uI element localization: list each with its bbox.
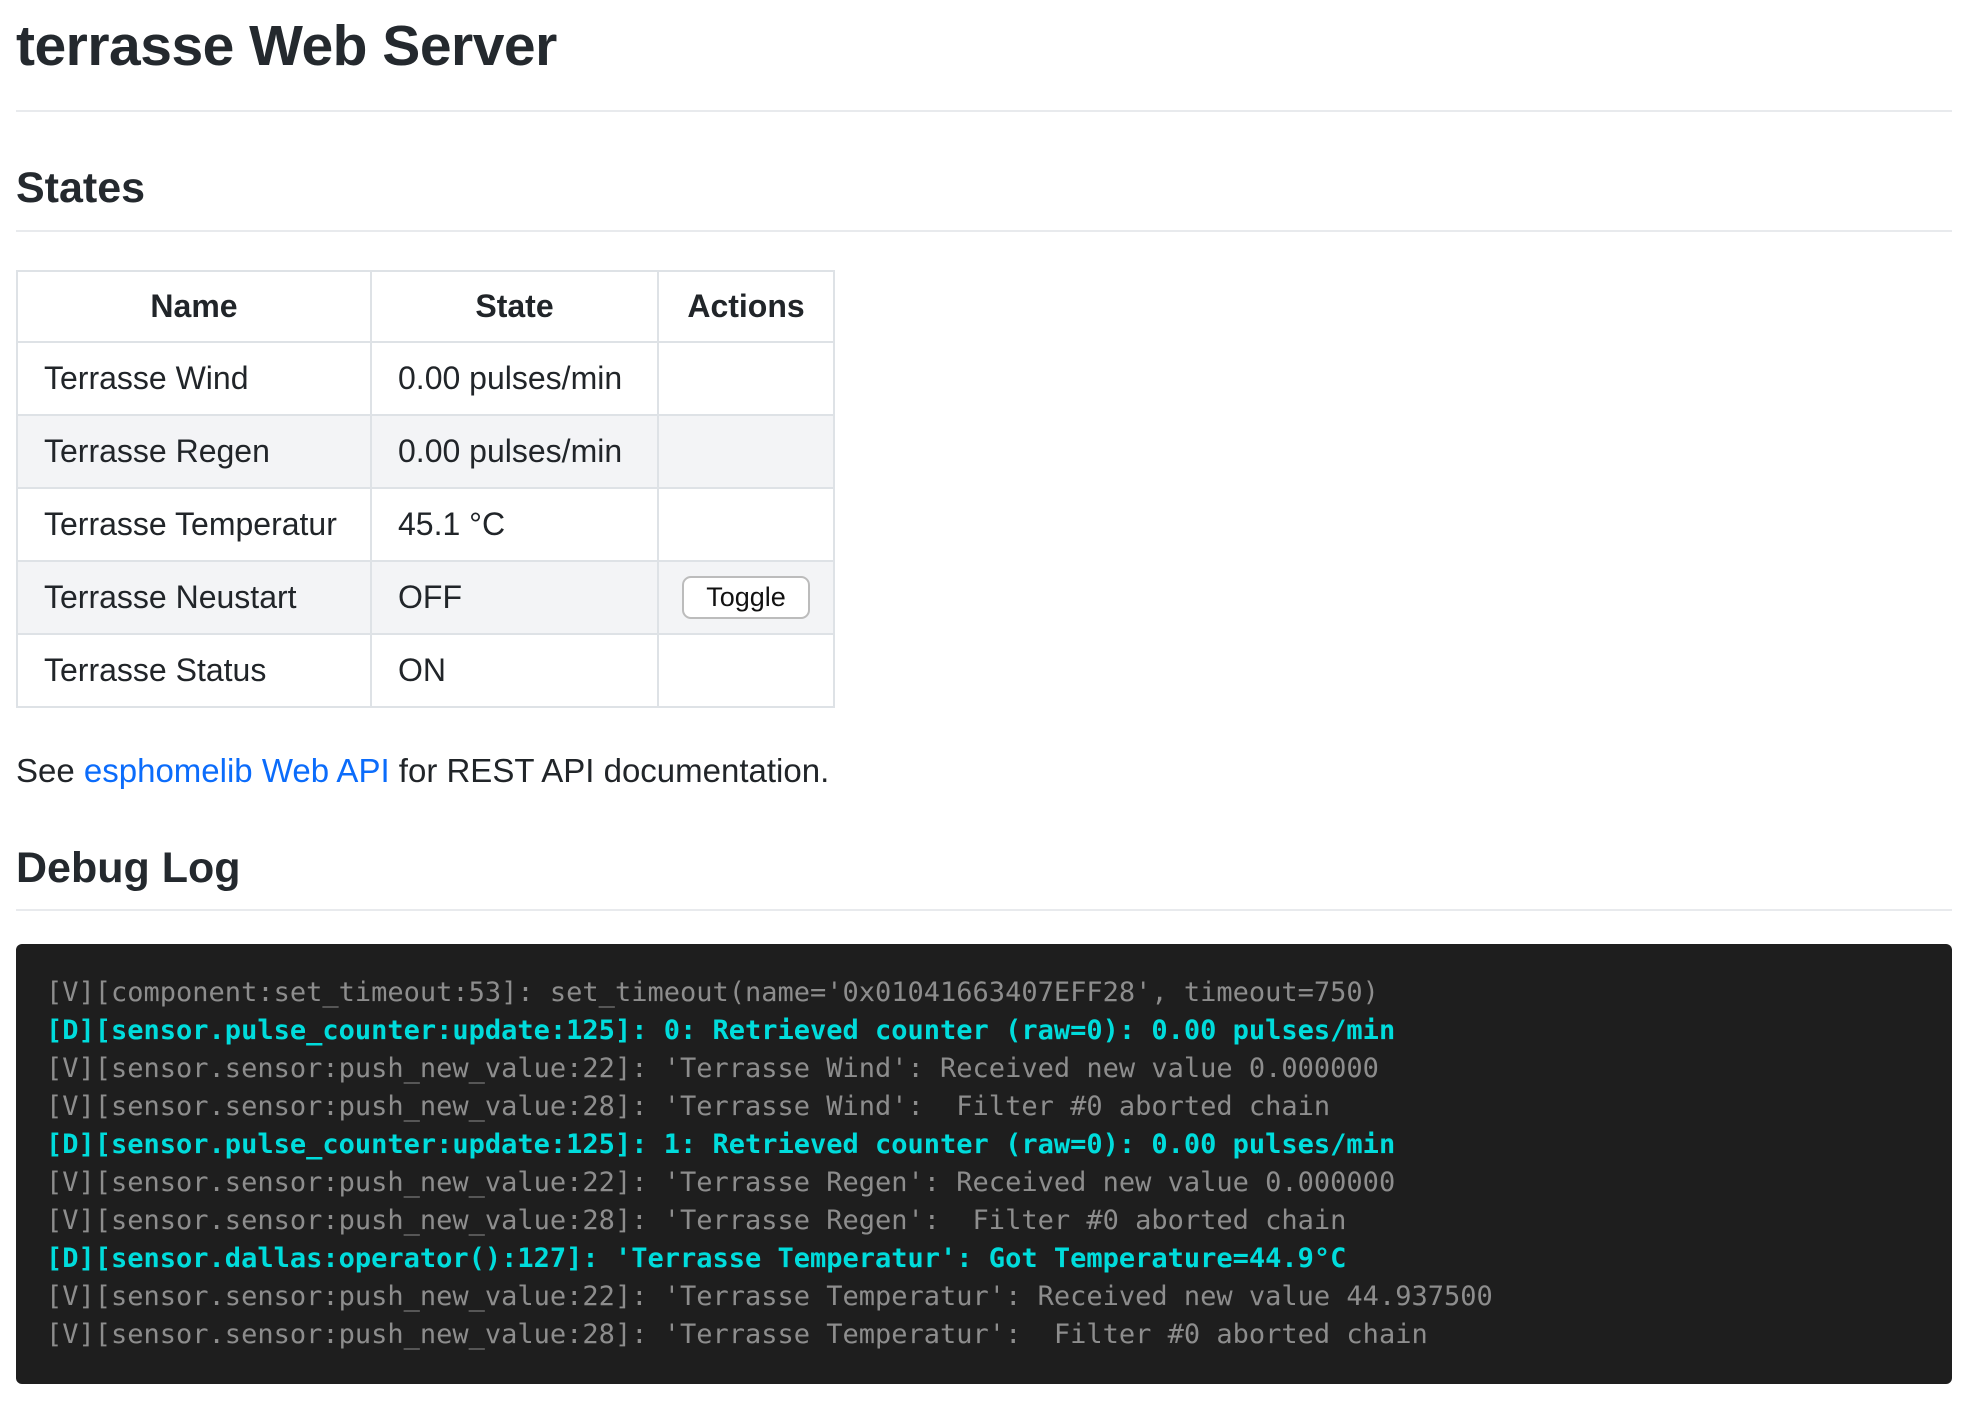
log-line: [D][sensor.pulse_counter:update:125]: 1:… (46, 1126, 1922, 1164)
log-line: [V][sensor.sensor:push_new_value:22]: 'T… (46, 1050, 1922, 1088)
row-name-cell: Terrasse Regen (17, 415, 371, 488)
log-line: [D][sensor.dallas:operator():127]: 'Terr… (46, 1240, 1922, 1278)
row-state-cell: 0.00 pulses/min (371, 342, 658, 415)
table-row: Terrasse Status ON (17, 634, 834, 707)
row-name-cell: Terrasse Neustart (17, 561, 371, 634)
column-header-state: State (371, 271, 658, 342)
column-header-actions: Actions (658, 271, 834, 342)
api-note: See esphomelib Web API for REST API docu… (16, 752, 1952, 790)
row-actions-cell (658, 342, 834, 415)
states-heading: States (16, 164, 1952, 231)
title-divider (16, 110, 1952, 112)
log-line: [V][component:set_timeout:53]: set_timeo… (46, 974, 1922, 1012)
debug-log-console[interactable]: [V][component:set_timeout:53]: set_timeo… (16, 944, 1952, 1384)
column-header-name: Name (17, 271, 371, 342)
esphomelib-web-api-link[interactable]: esphomelib Web API (84, 752, 390, 789)
page-container: terrasse Web Server States Name State Ac… (0, 12, 1968, 1384)
table-row: Terrasse Regen 0.00 pulses/min (17, 415, 834, 488)
log-line: [V][sensor.sensor:push_new_value:28]: 'T… (46, 1316, 1922, 1354)
row-state-cell: OFF (371, 561, 658, 634)
debug-log-heading: Debug Log (16, 844, 1952, 911)
row-state-cell: 45.1 °C (371, 488, 658, 561)
row-name-cell: Terrasse Status (17, 634, 371, 707)
row-name-cell: Terrasse Temperatur (17, 488, 371, 561)
states-table: Name State Actions Terrasse Wind 0.00 pu… (16, 270, 835, 708)
row-state-cell: 0.00 pulses/min (371, 415, 658, 488)
log-line: [V][sensor.sensor:push_new_value:22]: 'T… (46, 1278, 1922, 1316)
table-row: Terrasse Neustart OFF Toggle (17, 561, 834, 634)
api-note-prefix: See (16, 752, 84, 789)
api-note-suffix: for REST API documentation. (390, 752, 830, 789)
row-actions-cell (658, 488, 834, 561)
log-line: [V][sensor.sensor:push_new_value:28]: 'T… (46, 1088, 1922, 1126)
table-header-row: Name State Actions (17, 271, 834, 342)
table-row: Terrasse Temperatur 45.1 °C (17, 488, 834, 561)
row-name-cell: Terrasse Wind (17, 342, 371, 415)
toggle-button[interactable]: Toggle (682, 576, 810, 619)
table-row: Terrasse Wind 0.00 pulses/min (17, 342, 834, 415)
row-actions-cell: Toggle (658, 561, 834, 634)
page-title: terrasse Web Server (16, 12, 1952, 80)
row-actions-cell (658, 415, 834, 488)
row-state-cell: ON (371, 634, 658, 707)
log-line: [V][sensor.sensor:push_new_value:28]: 'T… (46, 1202, 1922, 1240)
row-actions-cell (658, 634, 834, 707)
log-line: [D][sensor.pulse_counter:update:125]: 0:… (46, 1012, 1922, 1050)
log-line: [V][sensor.sensor:push_new_value:22]: 'T… (46, 1164, 1922, 1202)
